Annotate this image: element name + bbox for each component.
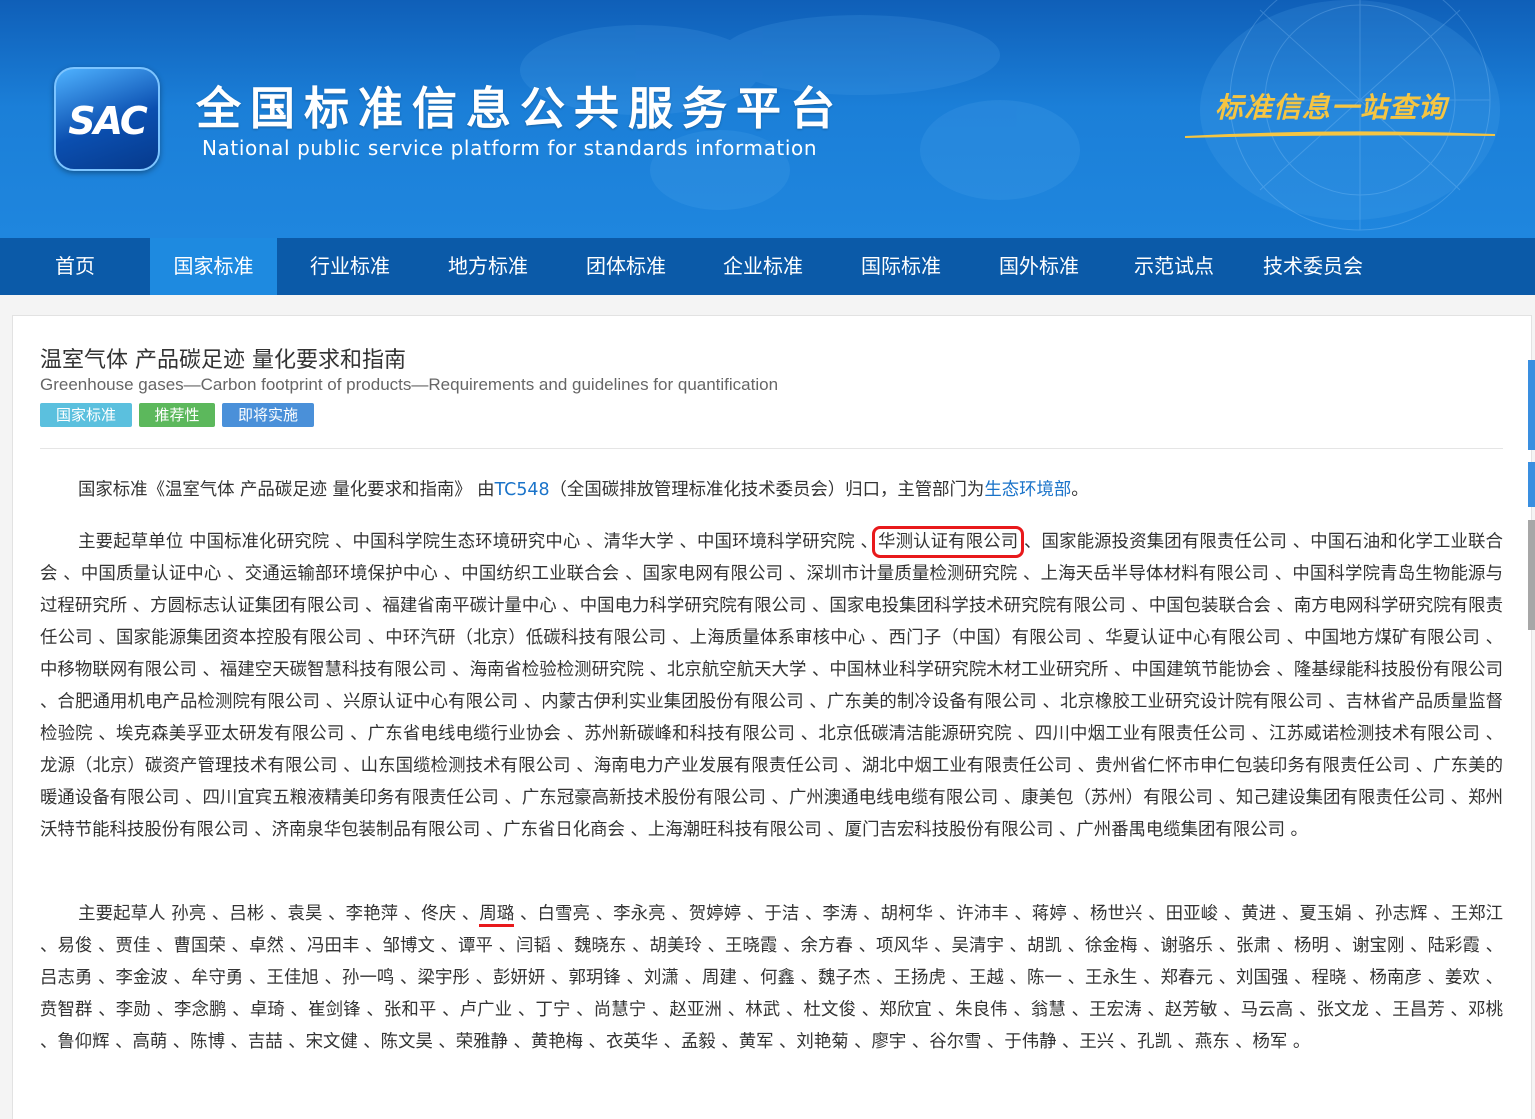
site-title: 全国标准信息公共服务平台 (196, 82, 845, 135)
site-header: SAC 全国标准信息公共服务平台 National public service… (0, 0, 1535, 238)
drafting-units-after: 、国家能源投资集团有限责任公司 、中国石油和化学工业联合会 、中国质量认证中心 … (40, 532, 1503, 840)
tag-recommended: 推荐性 (139, 403, 215, 427)
section-divider (40, 448, 1503, 449)
scrollbar-thumb[interactable] (1528, 520, 1535, 630)
nav-item-7[interactable]: 国外标准 (966, 238, 1112, 295)
standard-title-en: Greenhouse gases—Carbon footprint of pro… (40, 375, 779, 394)
drafting-units-label: 主要起草单位 (78, 532, 184, 552)
drafters-before: 孙亮 、吕彬 、袁昊 、李艳萍 、佟庆 、 (165, 904, 480, 924)
dept-link[interactable]: 生态环境部 (984, 480, 1071, 500)
nav-item-2[interactable]: 行业标准 (277, 238, 423, 295)
drafting-units-paragraph: 主要起草单位 中国标准化研究院 、中国科学院生态环境研究中心 、清华大学 、中国… (40, 526, 1503, 846)
nav-item-8[interactable]: 示范试点 (1104, 238, 1244, 295)
nav-item-9[interactable]: 技术委员会 (1240, 238, 1386, 295)
drafters-paragraph: 主要起草人 孙亮 、吕彬 、袁昊 、李艳萍 、佟庆 、周璐 、白雪亮 、李永亮 … (40, 898, 1503, 1058)
nav-item-5[interactable]: 企业标准 (690, 238, 836, 295)
standard-title-cn: 温室气体 产品碳足迹 量化要求和指南 (40, 348, 406, 373)
highlighted-drafter: 周璐 (479, 904, 515, 927)
intro-paragraph: 国家标准《温室气体 产品碳足迹 量化要求和指南》 由TC548（全国碳排放管理标… (40, 474, 1503, 506)
slogan: 标准信息一站查询 (1215, 91, 1448, 124)
sac-logo[interactable]: SAC (54, 67, 160, 171)
logo-text: SAC (68, 99, 148, 143)
drafters-label: 主要起草人 (78, 904, 166, 924)
nav-item-4[interactable]: 团体标准 (553, 238, 699, 295)
tag-national-standard: 国家标准 (40, 403, 132, 427)
nav-item-1[interactable]: 国家标准 (150, 238, 277, 295)
nav-item-3[interactable]: 地方标准 (415, 238, 561, 295)
intro-prefix: 国家标准《温室气体 产品碳足迹 量化要求和指南》 由 (78, 480, 495, 500)
slogan-underline-decoration (1185, 131, 1495, 138)
nav-item-6[interactable]: 国际标准 (828, 238, 974, 295)
site-subtitle: National public service platform for sta… (202, 136, 818, 160)
intro-middle: （全国碳排放管理标准化技术委员会）归口，主管部门为 (549, 480, 985, 500)
side-float-button[interactable] (1528, 462, 1535, 507)
nav-item-0[interactable]: 首页 (0, 238, 150, 295)
side-float-button[interactable] (1528, 360, 1535, 450)
tag-upcoming: 即将实施 (222, 403, 314, 427)
drafters-after: 、白雪亮 、李永亮 、贺婷婷 、于洁 、李涛 、胡柯华 、许沛丰 、蒋婷 、杨世… (40, 904, 1503, 1052)
tc548-link[interactable]: TC548 (495, 480, 550, 500)
drafting-units-before: 中国标准化研究院 、中国科学院生态环境研究中心 、清华大学 、中国环境科学研究院… (183, 532, 879, 552)
intro-suffix: 。 (1071, 480, 1089, 500)
main-nav: 首页 国家标准 行业标准 地方标准 团体标准 企业标准 国际标准 国外标准 示范试点 技术委员会 (0, 238, 1535, 295)
highlighted-unit: 华测认证有限公司 (872, 526, 1025, 558)
